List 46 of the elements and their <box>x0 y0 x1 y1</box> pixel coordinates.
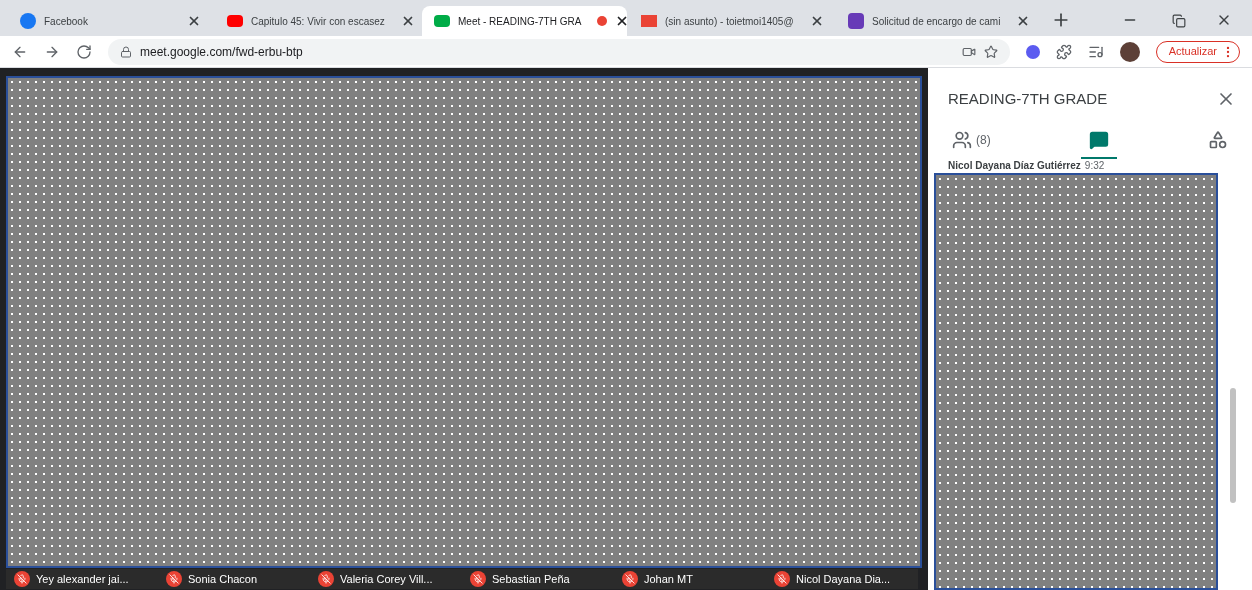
chat-time: 9:32 <box>1084 159 1105 173</box>
participant-tile[interactable]: Nicol Dayana Dia... <box>766 569 918 589</box>
people-icon <box>952 129 972 150</box>
mic-off-icon <box>622 571 638 587</box>
scrollbar[interactable] <box>1230 387 1236 503</box>
browser-tab[interactable]: Facebook <box>8 6 213 36</box>
mic-off-icon <box>166 571 182 587</box>
participant-name: Valeria Corey Vill... <box>340 571 433 587</box>
avatar-icon[interactable] <box>1119 41 1140 62</box>
lock-icon <box>120 45 132 58</box>
close-icon[interactable] <box>187 14 201 28</box>
restore-icon[interactable] <box>1172 14 1186 28</box>
tab-title: Facebook <box>44 14 88 29</box>
browser-tab[interactable]: (sin asunto) - toietmoi1405@ <box>629 6 834 36</box>
panel-title: READING-7TH GRADE <box>948 89 1108 109</box>
browser-tab[interactable]: Solicitud de encargo de cami <box>836 6 1041 36</box>
browser-tab[interactable]: Capitulo 45: Vivir con escasez <box>215 6 420 36</box>
extension-icon[interactable] <box>1025 44 1040 59</box>
people-tab[interactable]: (8) <box>952 122 991 159</box>
participant-name: Sonia Chacon <box>188 571 258 587</box>
participant-name: Nicol Dayana Dia... <box>796 571 891 587</box>
bookmark-star-icon[interactable] <box>983 44 998 59</box>
tab-title: Capitulo 45: Vivir con escasez <box>251 14 385 29</box>
chat-sender: Nicol Dayana Díaz Gutiérrez <box>948 159 1081 173</box>
tab-title: (sin asunto) - toietmoi1405@ <box>665 14 794 29</box>
url-text: meet.google.com/fwd-erbu-btp <box>140 43 303 61</box>
participant-tile[interactable]: Yey alexander jai... <box>6 569 158 589</box>
address-bar[interactable]: meet.google.com/fwd-erbu-btp <box>108 38 1010 65</box>
browser-tab[interactable]: Meet - READING-7TH GRA <box>422 6 627 36</box>
participant-tile[interactable]: Johan MT <box>614 569 766 589</box>
participant-tile[interactable]: Valeria Corey Vill... <box>310 569 462 589</box>
participant-name: Yey alexander jai... <box>36 571 129 587</box>
mic-off-icon <box>470 571 486 587</box>
shapes-icon <box>1208 129 1228 150</box>
reload-icon[interactable] <box>76 43 92 60</box>
mic-off-icon <box>14 571 30 587</box>
participant-tile[interactable]: Sebastian Peña <box>462 569 614 589</box>
tab-title: Meet - READING-7TH GRA <box>458 14 582 29</box>
tab-title: Solicitud de encargo de cami <box>872 14 1001 29</box>
mic-off-icon <box>774 571 790 587</box>
participant-name: Sebastian Peña <box>492 571 570 587</box>
participant-tile[interactable]: Sonia Chacon <box>158 569 310 589</box>
chat-icon <box>1089 129 1110 150</box>
extensions-icon[interactable] <box>1055 43 1072 60</box>
mic-off-icon <box>318 571 334 587</box>
participant-name: Johan MT <box>644 571 693 587</box>
